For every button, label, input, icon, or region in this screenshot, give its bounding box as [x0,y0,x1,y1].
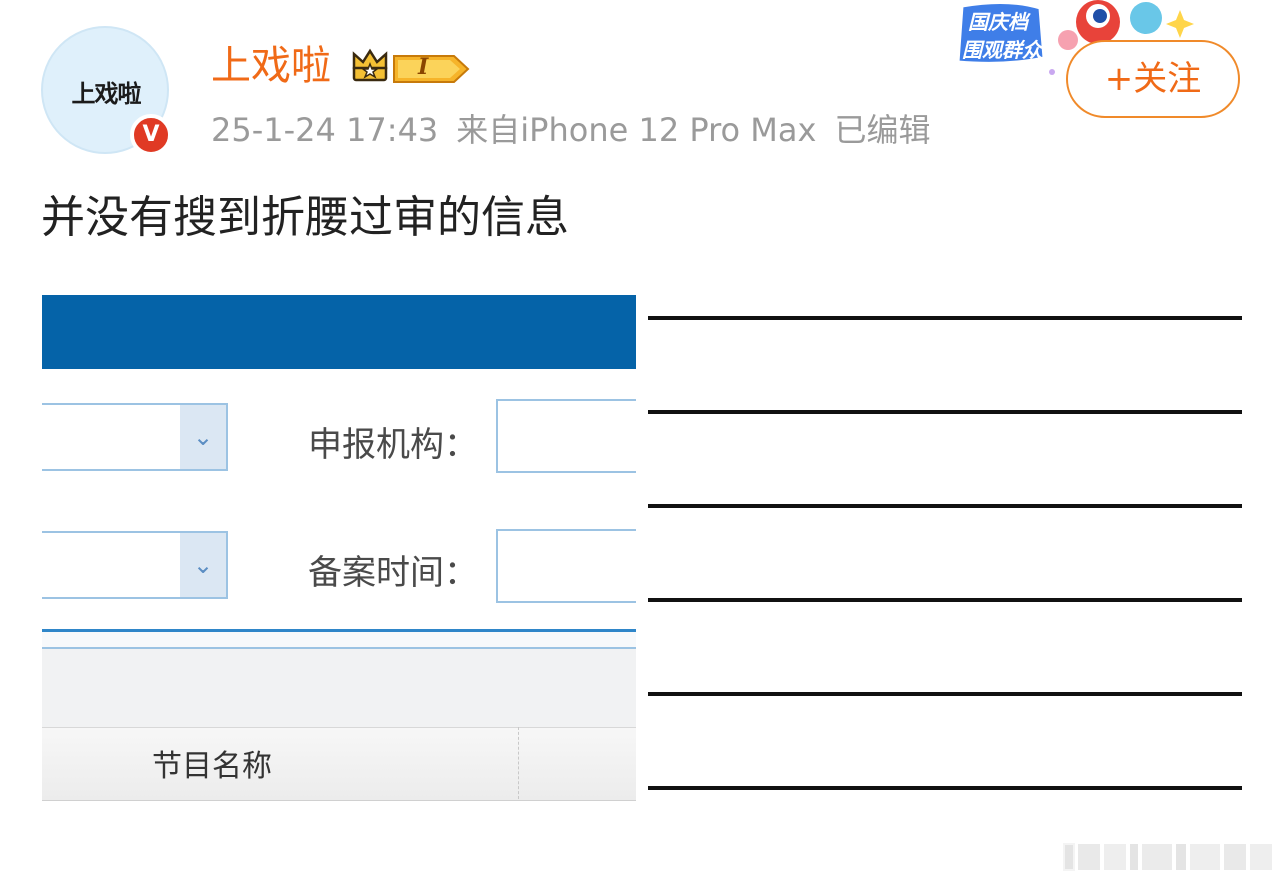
screenshot-select-2: ⌄ [42,531,228,599]
chevron-down-icon: ⌄ [180,405,226,469]
post-date: 25-1-24 17:43 [211,111,439,149]
screenshot-column-divider [518,727,519,799]
sticker-text-2: 围观群众 [962,38,1042,62]
screenshot-select-1: ⌄ [42,403,228,471]
screenshot-field-label-date: 备案时间： [308,553,478,593]
screenshot-input-org [496,399,636,473]
horizontal-line [648,598,1242,602]
horizontal-line [648,410,1242,414]
avatar-logo-text: 上戏啦 [71,80,142,108]
screenshot-input-date [496,529,636,603]
crown-icon [352,48,388,82]
horizontal-line [648,786,1242,790]
screenshot-field-label-org: 申报机构： [308,425,478,465]
post-meta: 25-1-24 17:43 来自iPhone 12 Pro Max 已编辑 [211,108,948,152]
horizontal-line [648,692,1242,696]
horizontal-line [648,316,1242,320]
verified-badge-icon: V [130,114,172,156]
username[interactable]: 上戏啦 [211,40,331,92]
screenshot-form: ⌄ 申报机构： ⌄ 备案时间： [42,369,636,629]
level-badge-label: I [418,54,429,80]
post-edited[interactable]: 已编辑 [834,111,930,149]
level-badge-icon [393,55,470,83]
horizontal-line [648,504,1242,508]
screenshot-divider [42,629,636,632]
screenshot-toolbar-area [42,649,636,727]
post-text: 并没有搜到折腰过审的信息 [41,192,569,243]
screenshot-header-bar [42,295,636,369]
screenshot-table-header [42,727,636,801]
screenshot-column-header: 节目名称 [152,749,272,784]
chevron-down-icon: ⌄ [180,533,226,597]
post-image-screenshot[interactable]: ⌄ 申报机构： ⌄ 备案时间： 节目名称 [42,295,636,801]
watermark-icon [1063,843,1272,871]
post-source[interactable]: 来自iPhone 12 Pro Max [456,111,816,149]
follow-button[interactable]: +关注 [1066,40,1240,118]
sticker-text-1: 国庆档 [968,10,1028,34]
